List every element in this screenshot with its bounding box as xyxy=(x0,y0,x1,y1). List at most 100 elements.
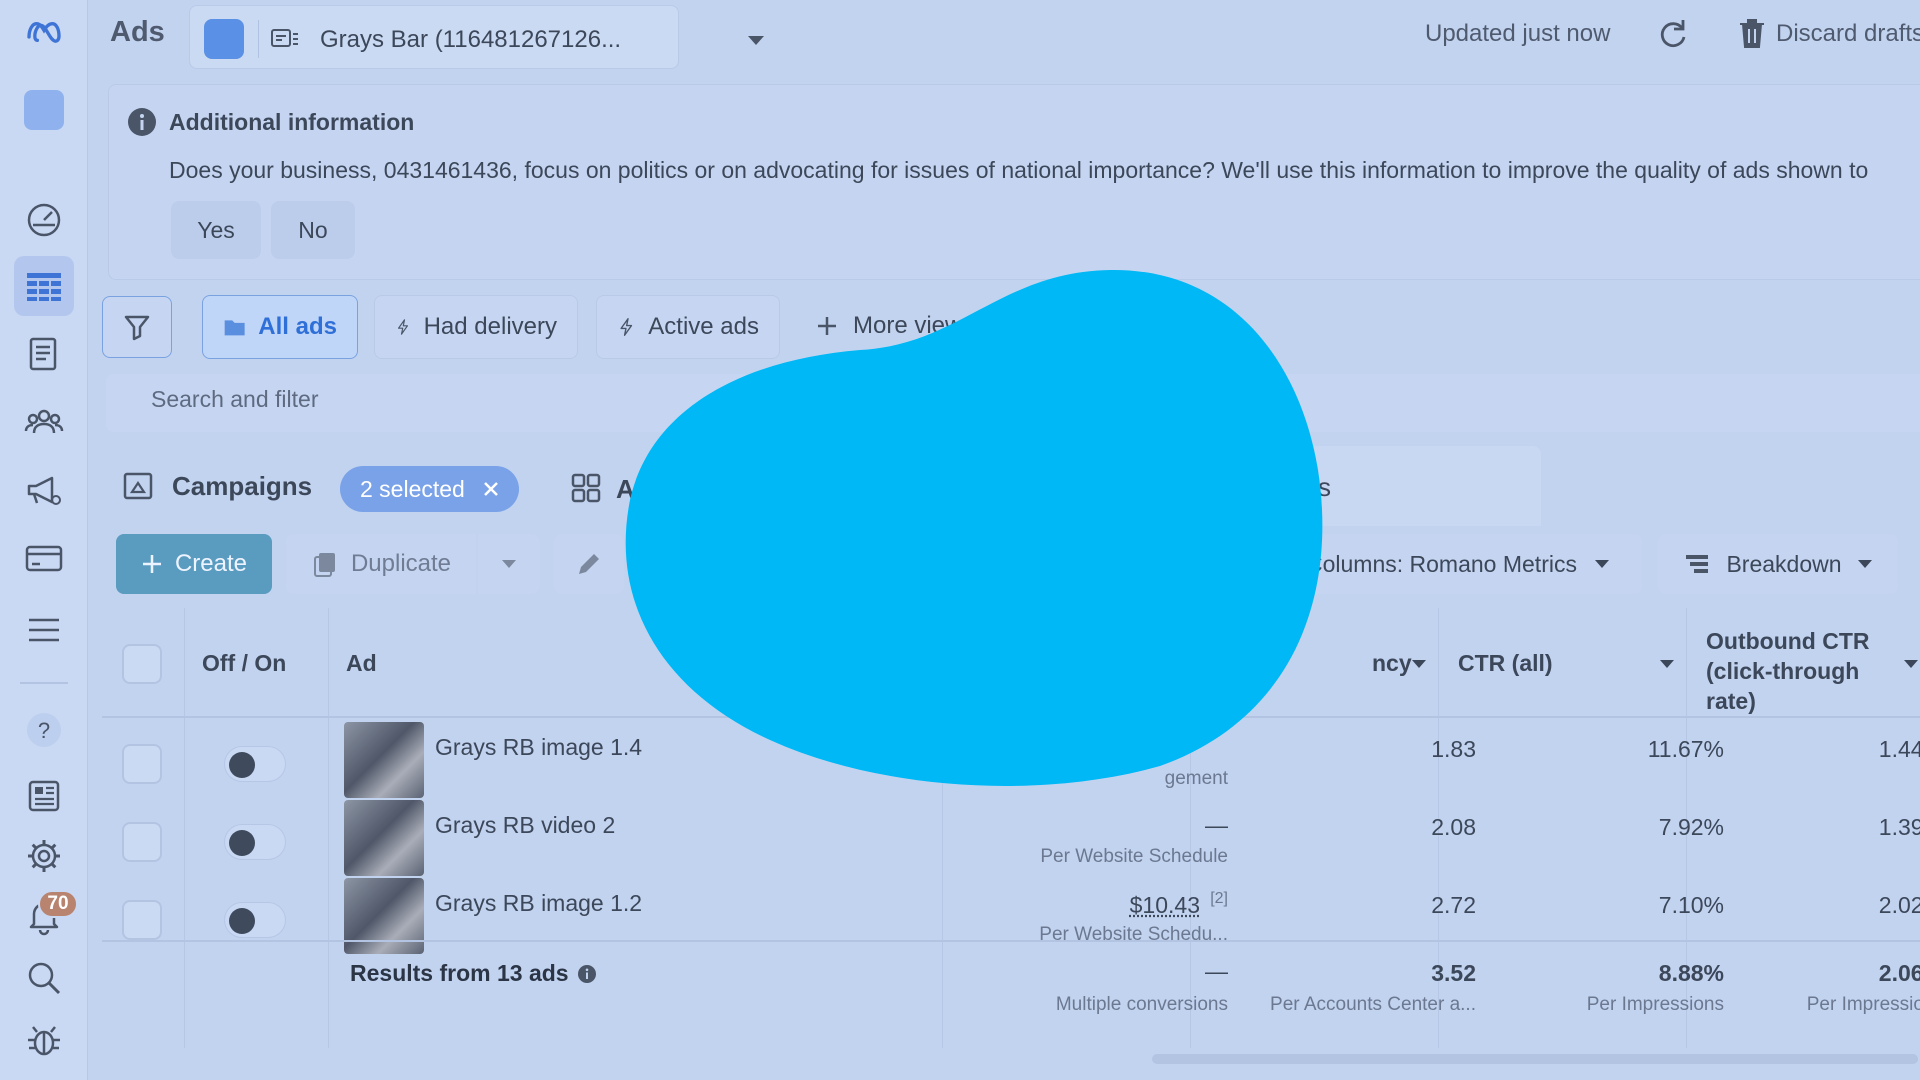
folder-icon xyxy=(223,313,246,341)
account-avatar[interactable] xyxy=(14,80,74,140)
account-selector-divider xyxy=(258,20,259,58)
chevron-down-icon[interactable] xyxy=(1412,660,1426,668)
outbound-ctr-value: 1.39% xyxy=(1879,814,1920,841)
tab-campaigns[interactable]: Campaigns xyxy=(122,470,312,502)
header-off-on[interactable]: Off / On xyxy=(202,608,286,718)
app-title: Ads xyxy=(110,16,165,49)
campaign-megaphone-icon[interactable] xyxy=(14,460,74,520)
row-checkbox[interactable] xyxy=(122,900,162,940)
lightning-icon xyxy=(617,313,636,341)
tab-all-ads-label: All ads xyxy=(258,313,337,341)
table-row[interactable]: Grays RB video 2 — Per Website Schedule … xyxy=(102,798,1920,876)
result-value[interactable]: $10.43 xyxy=(1130,892,1200,919)
summary-result: — xyxy=(1205,958,1228,985)
columns-label: Columns: Romano Metrics xyxy=(1306,551,1577,578)
row-checkbox[interactable] xyxy=(122,744,162,784)
header-outbound-ctr[interactable]: Outbound CTR (click-through rate) xyxy=(1706,608,1906,718)
table-row[interactable]: Grays RB image 1.4 gement 1.83 11.67% 1.… xyxy=(102,720,1920,798)
ad-toggle[interactable] xyxy=(224,902,286,938)
ctr-all-value: 7.10% xyxy=(1659,892,1724,919)
ad-toggle[interactable] xyxy=(224,746,286,782)
help-icon[interactable]: ? xyxy=(14,700,74,760)
billing-card-icon[interactable] xyxy=(14,528,74,588)
duplicate-dropdown[interactable] xyxy=(478,534,540,594)
create-button[interactable]: Create xyxy=(116,534,272,594)
summary-outbound-ctr: 2.06% xyxy=(1879,960,1920,987)
menu-icon[interactable] xyxy=(14,600,74,660)
refresh-icon[interactable] xyxy=(1654,16,1690,52)
account-selector[interactable]: Grays Bar (116481267126... xyxy=(189,5,679,69)
plus-icon xyxy=(815,314,839,338)
result-subtext: gement xyxy=(1165,768,1228,790)
frequency-value: 2.72 xyxy=(1431,892,1476,919)
news-icon[interactable] xyxy=(14,766,74,826)
search-filter-bar[interactable] xyxy=(106,374,1920,432)
ad-name[interactable]: Grays RB video 2 xyxy=(435,812,615,839)
discard-drafts-button[interactable]: Discard drafts xyxy=(1776,20,1920,48)
dashboard-gauge-icon[interactable] xyxy=(14,188,74,248)
ad-name[interactable]: Grays RB image 1.4 xyxy=(435,734,642,761)
pages-icon[interactable] xyxy=(14,324,74,384)
tab-had-delivery[interactable]: Had delivery xyxy=(374,295,578,359)
header-ctr-all[interactable]: CTR (all) xyxy=(1458,608,1553,718)
sidebar-divider xyxy=(20,682,68,684)
tab-all-ads[interactable]: All ads xyxy=(202,295,358,359)
ad-toggle[interactable] xyxy=(224,824,286,860)
ad-thumbnail xyxy=(344,722,424,798)
summary-frequency-subtext: Per Accounts Center a... xyxy=(1270,994,1476,1016)
info-icon[interactable] xyxy=(577,964,597,984)
summary-label: Results from 13 ads xyxy=(350,960,569,987)
duplicate-button[interactable]: Duplicate xyxy=(286,534,476,594)
result-subtext: Per Website Schedule xyxy=(1040,846,1228,868)
summary-frequency: 3.52 xyxy=(1431,960,1476,987)
updated-status: Updated just now xyxy=(1425,20,1610,48)
duplicate-label: Duplicate xyxy=(351,550,451,578)
bug-report-icon[interactable] xyxy=(14,1010,74,1070)
tab-campaigns-label: Campaigns xyxy=(172,471,312,502)
row-checkbox[interactable] xyxy=(122,822,162,862)
summary-ctr-subtext: Per Impressions xyxy=(1587,994,1724,1016)
header-ad[interactable]: Ad xyxy=(346,608,377,718)
columns-button[interactable]: Columns: Romano Metrics xyxy=(1278,534,1642,594)
yes-button[interactable]: Yes xyxy=(171,201,261,259)
chevron-down-icon[interactable] xyxy=(1660,660,1674,668)
summary-label-group: Results from 13 ads xyxy=(350,960,597,987)
account-name: Grays Bar (116481267126... xyxy=(320,26,621,54)
duplicate-icon xyxy=(311,550,339,578)
search-input[interactable] xyxy=(151,386,951,413)
tab-active-ads[interactable]: Active ads xyxy=(596,295,780,359)
ad-sets-grid-icon xyxy=(570,472,602,504)
edit-button[interactable] xyxy=(554,534,624,594)
tab-ads[interactable] xyxy=(1256,446,1541,526)
ads-manager-grid-icon[interactable] xyxy=(14,256,74,316)
search-icon[interactable] xyxy=(14,948,74,1008)
horizontal-scrollbar[interactable] xyxy=(1152,1054,1918,1064)
pencil-icon xyxy=(575,550,603,578)
header-frequency[interactable]: ncy xyxy=(1372,608,1412,718)
select-all-checkbox[interactable] xyxy=(122,644,162,684)
ad-name[interactable]: Grays RB image 1.2 xyxy=(435,890,642,917)
action-toolbar: Create Duplicate Columns: Romano Metrics… xyxy=(106,526,1920,600)
tab-ad-sets[interactable]: A xyxy=(616,474,635,505)
chevron-down-icon xyxy=(748,36,764,45)
tab-active-ads-label: Active ads xyxy=(648,313,759,341)
audiences-icon[interactable] xyxy=(14,392,74,452)
summary-result-subtext: Multiple conversions xyxy=(1056,994,1228,1016)
frequency-value: 2.08 xyxy=(1431,814,1476,841)
more-views-button[interactable]: More views xyxy=(815,312,974,340)
result-value: — xyxy=(1205,812,1228,839)
breakdown-label: Breakdown xyxy=(1726,551,1841,578)
trash-icon[interactable] xyxy=(1736,16,1768,50)
close-icon[interactable] xyxy=(483,481,499,497)
ctr-all-value: 7.92% xyxy=(1659,814,1724,841)
result-footnote: [2] xyxy=(1210,890,1228,908)
left-sidebar: ? 70 xyxy=(0,0,88,1080)
more-views-label: More views xyxy=(853,312,974,340)
selected-badge[interactable]: 2 selected xyxy=(340,466,519,512)
breakdown-button[interactable]: Breakdown xyxy=(1658,534,1898,594)
no-button[interactable]: No xyxy=(271,201,355,259)
filter-button[interactable] xyxy=(102,296,172,358)
chevron-down-icon[interactable] xyxy=(1904,660,1918,668)
meta-logo-icon[interactable] xyxy=(14,2,74,62)
settings-gear-icon[interactable] xyxy=(14,826,74,886)
